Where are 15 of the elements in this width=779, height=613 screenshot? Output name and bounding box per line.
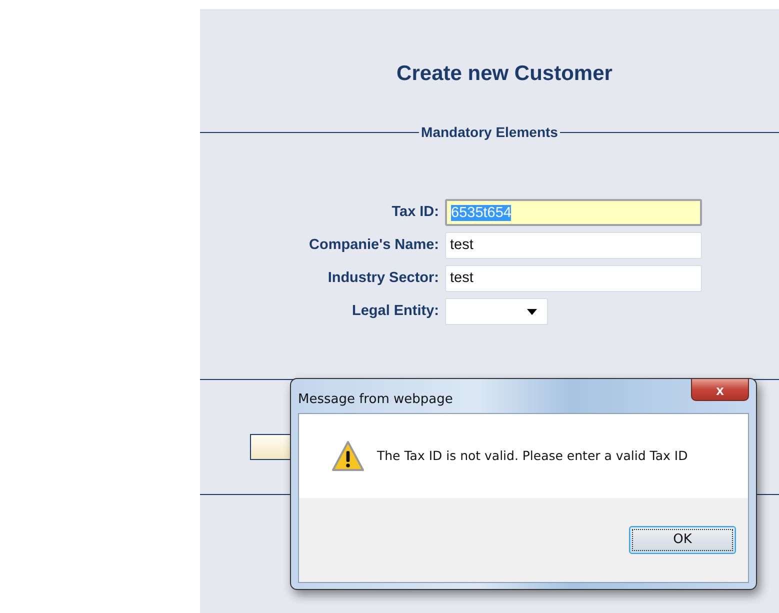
warning-icon bbox=[331, 440, 365, 472]
field-label: Industry Sector: bbox=[326, 268, 440, 288]
dropdown[interactable] bbox=[445, 298, 548, 326]
text-field[interactable]: test bbox=[445, 232, 702, 260]
field-label: Companie's Name: bbox=[308, 236, 440, 255]
close-button[interactable]: x bbox=[691, 379, 749, 401]
dialog-message: The Tax ID is not valid. Please enter a valid Tax ID bbox=[377, 446, 688, 465]
section-legend: Mandatory Elements bbox=[419, 122, 560, 144]
dialog-title: Message from webpage bbox=[298, 391, 453, 409]
caret-icon bbox=[527, 308, 537, 315]
ok-button[interactable]: OK bbox=[629, 526, 736, 554]
text-field[interactable]: test bbox=[445, 265, 702, 292]
page-title: Create new Customer bbox=[396, 61, 614, 86]
field-label: Legal Entity: bbox=[350, 302, 440, 321]
field-label: Tax ID: bbox=[390, 202, 440, 222]
